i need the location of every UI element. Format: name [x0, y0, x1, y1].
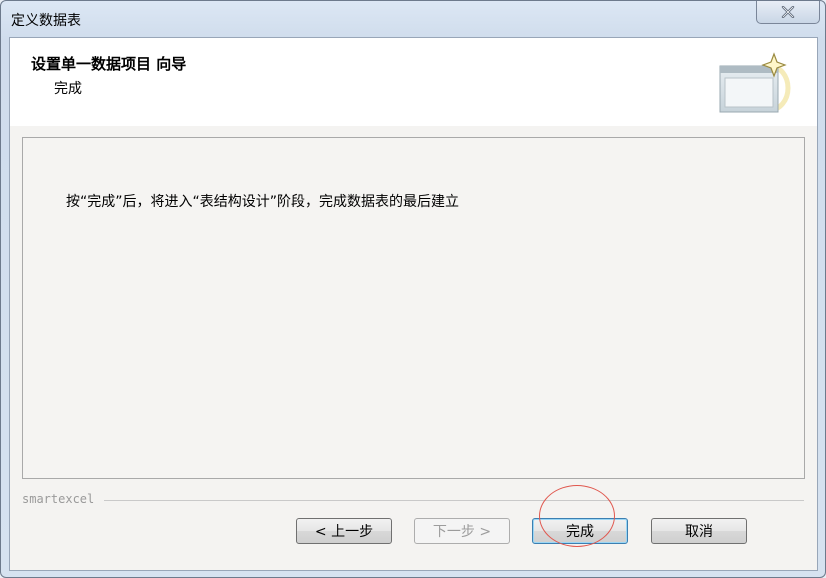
close-button[interactable]	[756, 1, 820, 24]
cancel-button[interactable]: 取消	[651, 518, 747, 544]
brand-separator: smartexcel	[22, 492, 804, 508]
brand-label: smartexcel	[22, 492, 97, 506]
wizard-step-subtitle: 完成	[54, 81, 82, 97]
wizard-dialog: 定义数据表 设置单一数据项目 向导 完成 按“完成”后，将进入“表结构设计”阶段…	[0, 0, 826, 578]
finish-button[interactable]: 完成	[532, 518, 628, 544]
window-title: 定义数据表	[11, 13, 81, 29]
content-panel: 按“完成”后，将进入“表结构设计”阶段，完成数据表的最后建立	[22, 137, 805, 479]
wizard-title: 设置单一数据项目 向导	[31, 55, 187, 73]
wizard-window-icon	[719, 52, 791, 113]
title-bar: 定义数据表	[1, 1, 825, 37]
wizard-header: 设置单一数据项目 向导 完成	[10, 38, 817, 126]
close-icon	[781, 6, 795, 18]
separator-line	[104, 500, 804, 501]
back-button[interactable]: < 上一步	[296, 518, 392, 544]
instruction-text: 按“完成”后，将进入“表结构设计”阶段，完成数据表的最后建立	[66, 194, 460, 210]
next-button[interactable]: 下一步 >	[414, 518, 510, 544]
dialog-body: 设置单一数据项目 向导 完成 按“完成”后，将进入“表结构设计”阶段，完成数据表…	[9, 37, 818, 571]
